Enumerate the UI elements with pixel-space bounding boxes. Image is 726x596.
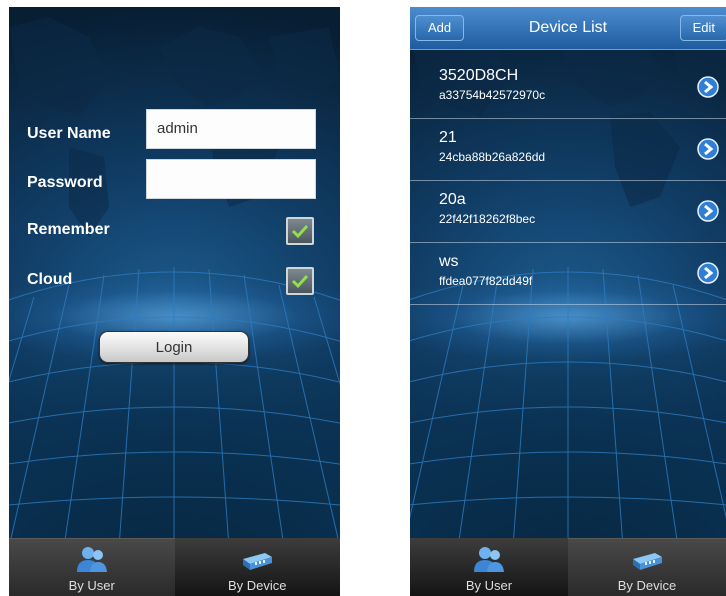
username-label: User Name bbox=[27, 125, 111, 142]
device-id: a33754b42572970c bbox=[439, 88, 546, 102]
login-screen: User Name admin Password Remember Cloud … bbox=[9, 7, 340, 596]
login-button[interactable]: Login bbox=[99, 331, 249, 363]
password-input[interactable] bbox=[146, 159, 316, 199]
tab-label: By Device bbox=[617, 578, 677, 593]
remember-checkbox[interactable] bbox=[286, 217, 314, 245]
device-name: ws bbox=[439, 253, 459, 270]
device-name: 21 bbox=[439, 129, 457, 146]
disclosure-arrow-icon[interactable] bbox=[697, 262, 719, 284]
tab-by-device[interactable]: By Device bbox=[175, 538, 341, 596]
cloud-checkbox[interactable] bbox=[286, 267, 314, 295]
checkmark-icon bbox=[291, 274, 309, 289]
device-row[interactable]: 3520D8CH a33754b42572970c bbox=[410, 57, 726, 119]
tab-bar: By User By Device bbox=[9, 538, 340, 596]
device-id: 22f42f18262f8bec bbox=[439, 212, 536, 226]
device-icon bbox=[243, 553, 273, 570]
device-icon bbox=[633, 553, 662, 570]
tab-label: By Device bbox=[227, 578, 287, 593]
users-icon bbox=[474, 547, 504, 572]
password-label: Password bbox=[27, 174, 103, 191]
add-button[interactable]: Add bbox=[415, 15, 465, 41]
disclosure-arrow-icon[interactable] bbox=[697, 138, 719, 160]
device-id: ffdea077f82dd49f bbox=[439, 274, 533, 288]
users-icon bbox=[76, 547, 107, 572]
cloud-label: Cloud bbox=[27, 271, 73, 288]
device-id: 24cba88b26a826dd bbox=[439, 150, 546, 164]
disclosure-arrow-icon[interactable] bbox=[697, 200, 719, 222]
device-name: 20a bbox=[439, 191, 466, 208]
disclosure-arrow-icon[interactable] bbox=[697, 76, 719, 98]
remember-label: Remember bbox=[27, 221, 110, 238]
nav-header: Add Device List Edit bbox=[410, 7, 726, 50]
tab-by-user[interactable]: By User bbox=[410, 538, 568, 596]
device-row[interactable]: ws ffdea077f82dd49f bbox=[410, 243, 726, 305]
username-input[interactable]: admin bbox=[146, 109, 316, 149]
tab-label: By User bbox=[465, 578, 513, 593]
device-row[interactable]: 20a 22f42f18262f8bec bbox=[410, 181, 726, 243]
device-name: 3520D8CH bbox=[439, 67, 519, 84]
tab-by-user[interactable]: By User bbox=[9, 538, 175, 596]
tab-by-device[interactable]: By Device bbox=[568, 538, 726, 596]
device-list-screen: Add Device List Edit 3520D8CH a33754b425… bbox=[410, 7, 726, 596]
tab-label: By User bbox=[68, 578, 115, 593]
device-row[interactable]: 21 24cba88b26a826dd bbox=[410, 119, 726, 181]
tab-bar: By User By Device bbox=[410, 538, 726, 596]
checkmark-icon bbox=[291, 224, 309, 239]
edit-button[interactable]: Edit bbox=[679, 15, 726, 41]
